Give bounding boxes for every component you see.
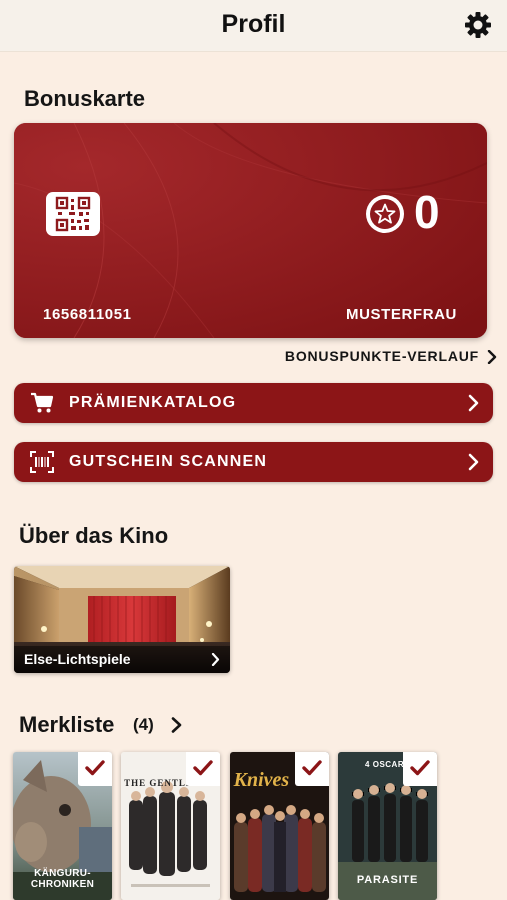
bonus-card-heading: Bonuskarte — [24, 86, 146, 111]
checkmark-icon[interactable] — [295, 752, 329, 786]
chevron-right-icon[interactable] — [171, 717, 182, 733]
gear-icon[interactable] — [463, 10, 493, 40]
chevron-right-icon — [211, 653, 220, 666]
page-title: Profil — [221, 10, 286, 38]
about-cinema-heading: Über das Kino — [19, 523, 169, 548]
card-number: 1656811051 — [43, 306, 132, 323]
watchlist-heading[interactable]: Merkliste — [19, 712, 114, 738]
chevron-right-icon — [468, 453, 479, 471]
star-icon — [365, 194, 405, 234]
watchlist-count: (4) — [133, 715, 154, 734]
bonus-history-link[interactable]: BONUSPUNKTE-VERLAUF — [284, 348, 497, 364]
cinema-tile[interactable]: Else-Lichtspiele — [14, 566, 230, 673]
watchlist-poster[interactable]: Knives Out — [230, 752, 329, 900]
bonus-card[interactable]: 0 1656811051 MUSTERFRAU — [14, 123, 487, 338]
reward-catalog-label: PRÄMIENKATALOG — [69, 394, 237, 411]
bonus-history-label: BONUSPUNKTE-VERLAUF — [284, 348, 479, 364]
scan-voucher-label: GUTSCHEIN SCANNEN — [69, 453, 268, 470]
top-bar: Profil — [0, 0, 507, 52]
watchlist-poster[interactable]: THE GENTLEMEN — [121, 752, 220, 900]
poster-title: KÄNGURU-CHRONIKEN — [30, 868, 95, 890]
qr-code-icon[interactable] — [46, 192, 100, 236]
reward-catalog-button[interactable]: PRÄMIENKATALOG — [14, 383, 493, 423]
barcode-scan-icon — [30, 451, 54, 473]
poster-title: PARASITE — [356, 874, 419, 886]
bonus-points-value: 0 — [414, 186, 440, 238]
checkmark-icon[interactable] — [403, 752, 437, 786]
checkmark-icon[interactable] — [186, 752, 220, 786]
checkmark-icon[interactable] — [78, 752, 112, 786]
scan-voucher-button[interactable]: GUTSCHEIN SCANNEN — [14, 442, 493, 482]
watchlist-poster[interactable]: KÄNGURU-CHRONIKEN — [13, 752, 112, 900]
chevron-right-icon — [487, 350, 497, 364]
cart-icon — [31, 392, 54, 413]
cinema-name: Else-Lichtspiele — [24, 651, 131, 667]
chevron-right-icon — [468, 394, 479, 412]
watchlist-poster[interactable]: 4 OSCARS PARASITE — [338, 752, 437, 900]
card-holder-name: MUSTERFRAU — [346, 306, 457, 323]
